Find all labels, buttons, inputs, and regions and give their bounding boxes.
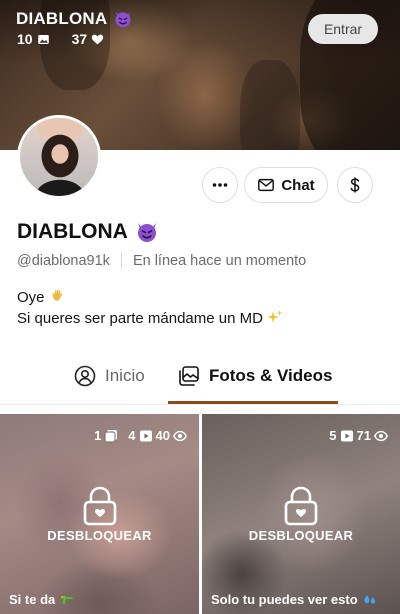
post-caption: Solo tu puedes ver esto: [211, 592, 377, 607]
droplets-emoji-icon: [364, 594, 375, 603]
video-icon: [340, 430, 353, 441]
video-count: 5: [329, 428, 337, 443]
view-count: 71: [356, 428, 371, 443]
eye-icon: [173, 430, 187, 441]
eye-icon: [374, 430, 388, 441]
image-icon: [37, 34, 49, 44]
lock-icon: [284, 486, 318, 526]
banner-name-text: DIABLONA: [16, 9, 108, 28]
image-count: 4: [128, 428, 136, 443]
avatar-photo: [20, 118, 98, 196]
devil-emoji-icon: [137, 223, 156, 242]
gallery-icon: [179, 366, 199, 386]
bio-line-2: Si queres ser parte mándame un MD: [17, 308, 283, 329]
mail-icon: [258, 178, 275, 192]
unlock-label: DESBLOQUEAR: [248, 528, 354, 543]
bio: Oye Si queres ser parte mándame un MD: [17, 287, 283, 329]
tip-button[interactable]: [337, 167, 373, 203]
locked-post-card[interactable]: 1 4 40 DESBLOQUEAR Si te da: [0, 414, 199, 614]
post-stats: 5 71: [329, 428, 388, 443]
water-gun-emoji-icon: [61, 595, 74, 604]
tabs-divider: [0, 404, 400, 405]
devil-emoji-icon: [115, 11, 131, 28]
lock-icon: [83, 486, 116, 526]
user-circle-icon: [74, 365, 96, 387]
sparkles-emoji-icon: [267, 310, 283, 323]
avatar[interactable]: [17, 115, 101, 199]
chat-button[interactable]: Chat: [244, 167, 328, 203]
likes-count: 37: [71, 31, 88, 47]
heart-icon: [91, 34, 104, 44]
post-stats: 1 4 40: [94, 428, 187, 443]
more-icon: [212, 183, 228, 187]
profile-name: DIABLONA: [17, 220, 159, 244]
photo-count: 1: [94, 428, 102, 443]
locked-post-card[interactable]: 5 71 DESBLOQUEAR Solo tu puedes ver esto: [202, 414, 400, 614]
tab-fotos-videos[interactable]: Fotos & Videos: [178, 365, 332, 387]
video-count: 40: [155, 428, 170, 443]
tab-inicio[interactable]: Inicio: [74, 365, 145, 387]
online-status: En línea hace un momento: [132, 253, 307, 269]
photos-count: 10: [17, 31, 33, 47]
dollar-icon: [350, 177, 360, 193]
video-icon: [139, 430, 152, 441]
login-button[interactable]: Entrar: [308, 14, 378, 44]
tab-inicio-label: Inicio: [105, 366, 145, 385]
stack-icon: [104, 429, 118, 442]
unlock-label: DESBLOQUEAR: [47, 528, 152, 543]
more-options-button[interactable]: [202, 167, 238, 203]
profile-name-text: DIABLONA: [17, 220, 128, 243]
banner-stats: 10 37: [17, 31, 104, 47]
tab-fotos-label: Fotos & Videos: [209, 366, 333, 385]
banner-title: DIABLONA: [16, 9, 133, 29]
bio-line-1: Oye: [17, 287, 283, 308]
post-caption: Si te da: [9, 592, 74, 607]
username: @diablona91k: [17, 253, 110, 269]
profile-meta: @diablona91k En línea hace un momento: [17, 253, 306, 269]
chat-label: Chat: [281, 176, 315, 194]
wave-emoji-icon: [52, 289, 62, 301]
meta-divider: [120, 253, 122, 269]
